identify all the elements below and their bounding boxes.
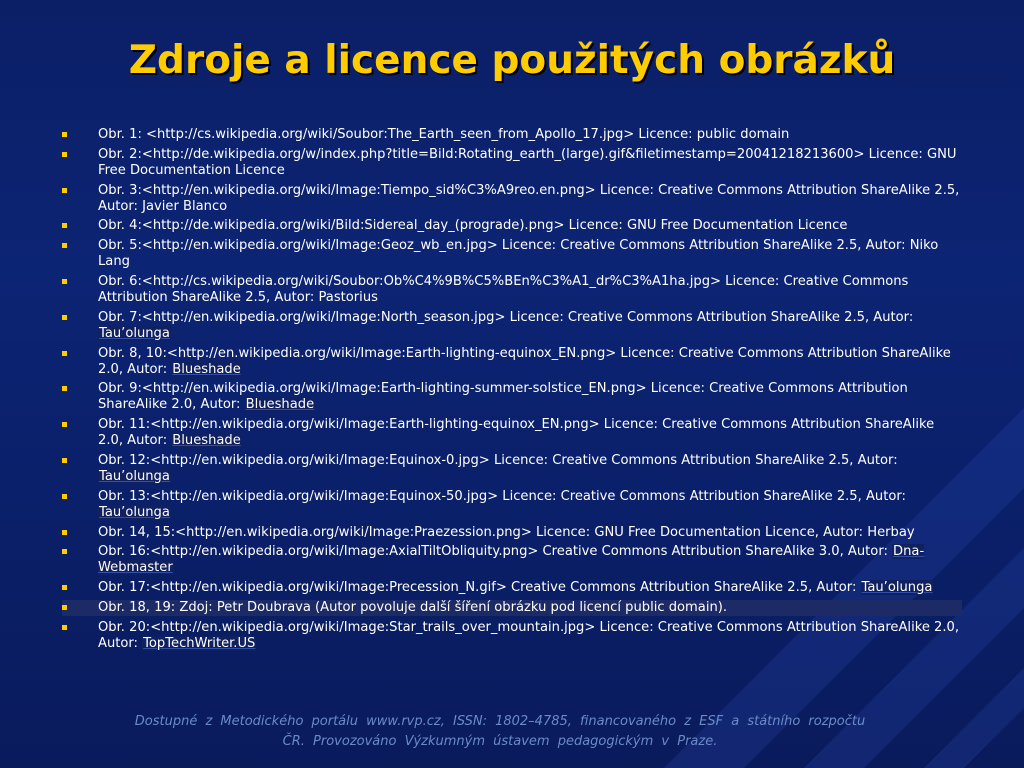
footer-line-2: ČR. Provozováno Výzkumným ústavem pedago… bbox=[282, 734, 718, 749]
list-item: Obr. 17:<http://en.wikipedia.org/wiki/Im… bbox=[62, 580, 962, 596]
list-item: Obr. 5:<http://en.wikipedia.org/wiki/Ima… bbox=[62, 238, 962, 270]
author-link[interactable]: Tau’olunga bbox=[98, 468, 171, 484]
list-item-text: Obr. 14, 15:<http://en.wikipedia.org/wik… bbox=[98, 524, 915, 540]
bullet-icon bbox=[62, 549, 67, 555]
sources-list: Obr. 1: <http://cs.wikipedia.org/wiki/So… bbox=[62, 127, 962, 656]
author-link[interactable]: Blueshade bbox=[171, 433, 242, 449]
author-link[interactable]: Blueshade bbox=[244, 397, 316, 413]
list-item-text: Obr. 2:<http://de.wikipedia.org/w/index.… bbox=[98, 146, 957, 178]
bullet-icon bbox=[62, 604, 67, 610]
bullet-icon bbox=[62, 422, 67, 428]
list-item-text: Obr. 4:<http://de.wikipedia.org/wiki/Bil… bbox=[98, 218, 848, 234]
bullet-icon bbox=[62, 187, 67, 193]
bullet-icon bbox=[62, 386, 67, 392]
list-item: Obr. 11:<http://en.wikipedia.org/wiki/Im… bbox=[62, 417, 962, 449]
list-item-text: Obr. 17:<http://en.wikipedia.org/wiki/Im… bbox=[98, 580, 861, 596]
bullet-icon bbox=[62, 350, 67, 356]
list-item: Obr. 18, 19: Zdoj: Petr Doubrava (Autor … bbox=[62, 599, 962, 616]
list-item-text: Obr. 6:<http://cs.wikipedia.org/wiki/Sou… bbox=[98, 273, 909, 305]
list-item: Obr. 9:<http://en.wikipedia.org/wiki/Ima… bbox=[62, 381, 962, 413]
list-item-text: Obr. 1: <http://cs.wikipedia.org/wiki/So… bbox=[98, 127, 790, 142]
bullet-icon bbox=[62, 624, 67, 630]
bullet-icon bbox=[62, 529, 67, 535]
list-item-text: Obr. 3:<http://en.wikipedia.org/wiki/Ima… bbox=[98, 182, 960, 214]
bullet-icon bbox=[62, 151, 67, 157]
author-link[interactable]: Tau’olunga bbox=[860, 580, 934, 596]
list-item-text: Obr. 5:<http://en.wikipedia.org/wiki/Ima… bbox=[98, 238, 939, 270]
list-item: Obr. 20:<http://en.wikipedia.org/wiki/Im… bbox=[62, 620, 962, 652]
bullet-icon bbox=[62, 314, 67, 320]
list-item: Obr. 3:<http://en.wikipedia.org/wiki/Ima… bbox=[62, 183, 962, 215]
list-item: Obr. 2:<http://de.wikipedia.org/w/index.… bbox=[62, 147, 962, 179]
author-link[interactable]: Tau’olunga bbox=[98, 504, 171, 520]
list-item: Obr. 4:<http://de.wikipedia.org/wiki/Bil… bbox=[62, 218, 962, 234]
author-link[interactable]: TopTechWriter.US bbox=[142, 635, 257, 651]
bullet-icon bbox=[62, 243, 67, 249]
bullet-icon bbox=[62, 278, 67, 284]
list-item-text: Obr. 18, 19: Zdoj: Petr Doubrava (Autor … bbox=[98, 599, 728, 615]
footer: Dostupné z Metodického portálu www.rvp.c… bbox=[80, 712, 920, 752]
list-item: Obr. 6:<http://cs.wikipedia.org/wiki/Sou… bbox=[62, 274, 962, 306]
bullet-icon bbox=[62, 493, 67, 499]
list-item-text: Obr. 9:<http://en.wikipedia.org/wiki/Ima… bbox=[98, 381, 908, 413]
list-item-text: Obr. 7:<http://en.wikipedia.org/wiki/Ima… bbox=[98, 309, 914, 325]
list-item: Obr. 14, 15:<http://en.wikipedia.org/wik… bbox=[62, 525, 962, 541]
list-item: Obr. 13:<http://en.wikipedia.org/wiki/Im… bbox=[62, 489, 962, 521]
list-item-text: Obr. 16:<http://en.wikipedia.org/wiki/Im… bbox=[98, 544, 893, 560]
bullet-icon bbox=[62, 457, 67, 463]
bullet-icon bbox=[62, 132, 67, 137]
list-item: Obr. 1: <http://cs.wikipedia.org/wiki/So… bbox=[62, 127, 962, 143]
list-item-text: Obr. 13:<http://en.wikipedia.org/wiki/Im… bbox=[98, 488, 906, 504]
footer-line-1: Dostupné z Metodického portálu www.rvp.c… bbox=[134, 714, 866, 729]
list-item: Obr. 16:<http://en.wikipedia.org/wiki/Im… bbox=[62, 544, 962, 576]
list-item: Obr. 8, 10:<http://en.wikipedia.org/wiki… bbox=[62, 346, 962, 378]
slide-title: Zdroje a licence použitých obrázků bbox=[128, 38, 896, 83]
list-item: Obr. 7:<http://en.wikipedia.org/wiki/Ima… bbox=[62, 310, 962, 342]
list-item: Obr. 12:<http://en.wikipedia.org/wiki/Im… bbox=[62, 453, 962, 485]
author-link[interactable]: Tau’olunga bbox=[98, 325, 171, 341]
author-link[interactable]: Blueshade bbox=[171, 361, 242, 377]
bullet-icon bbox=[62, 223, 67, 229]
bullet-icon bbox=[62, 585, 67, 591]
list-item-text: Obr. 12:<http://en.wikipedia.org/wiki/Im… bbox=[98, 452, 898, 468]
